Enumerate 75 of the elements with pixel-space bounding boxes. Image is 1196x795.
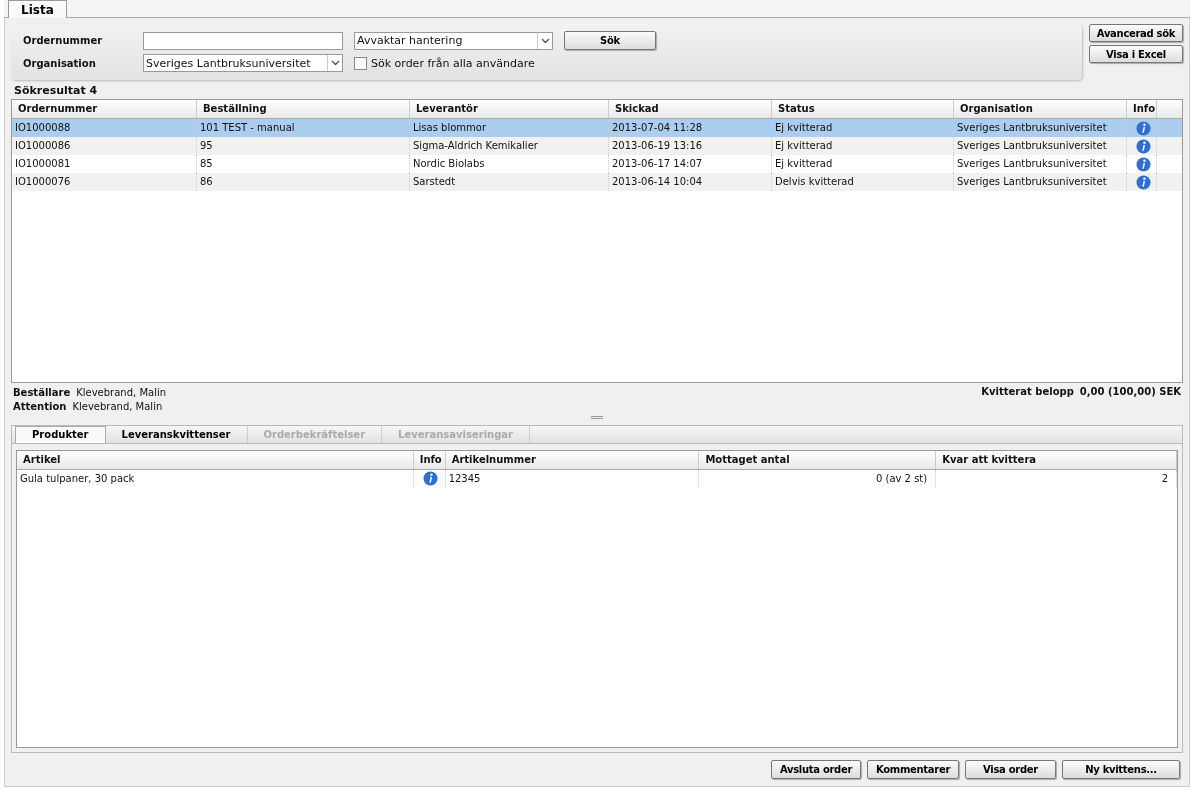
table-cell: Delvis kvitterad: [775, 176, 854, 188]
result-row[interactable]: IO1000086 95 Sigma-Aldrich Kemikalier 2013-06-19 13:16 Ej kvitterad Sveriges Lantbruksuniversitet: [12, 137, 1182, 156]
column-header[interactable]: Info: [1127, 100, 1157, 119]
column-header[interactable]: Status: [772, 100, 954, 119]
table-cell: Gula tulpaner, 30 pack: [20, 472, 135, 484]
chevron-icon: [537, 32, 552, 49]
detail-tab[interactable]: Leveranskvittenser: [105, 425, 248, 443]
action-button[interactable]: Visa order: [965, 760, 1056, 779]
table-cell: Sigma-Aldrich Kemikalier: [413, 140, 538, 152]
table-cell: Sveriges Lantbruksuniversitet: [957, 140, 1107, 152]
table-cell: Sveriges Lantbruksuniversitet: [957, 176, 1107, 188]
table-cell: 2013-06-14 10:04: [612, 176, 703, 188]
table-cell: Sveriges Lantbruksuniversitet: [957, 158, 1107, 170]
column-header[interactable]: Artikelnummer: [445, 450, 700, 469]
table-cell: 2013-06-19 13:16: [612, 140, 703, 152]
table-cell: IO1000076: [15, 176, 71, 188]
table-cell: 2: [1161, 472, 1168, 484]
column-header[interactable]: Mottaget antal: [699, 450, 937, 469]
column-header[interactable]: Beställning: [197, 100, 410, 119]
info-icon[interactable]: [1135, 139, 1151, 154]
info-icon[interactable]: [1135, 157, 1151, 172]
list-tab[interactable]: Lista: [8, 0, 67, 18]
column-header[interactable]: Skickad: [609, 100, 772, 119]
table-cell: 2013-07-04 11:28: [612, 122, 703, 134]
order-number-field[interactable]: [143, 31, 343, 50]
table-cell: 101 TEST - manual: [200, 122, 295, 134]
table-cell: Nordic Biolabs: [413, 158, 485, 170]
table-cell: 0 (av 2 st): [875, 472, 928, 484]
table-cell: IO1000086: [15, 140, 71, 152]
column-header[interactable]: Leverantör: [410, 100, 609, 119]
chevron-icon: [327, 55, 342, 71]
column-header[interactable]: Kvar att kvittera: [936, 450, 1177, 469]
amount-value: 0,00 (100,00) SEK: [1079, 385, 1181, 399]
action-button[interactable]: Avsluta order: [771, 760, 861, 779]
result-row[interactable]: IO1000076 86 Sarstedt 2013-06-14 10:04 Delvis kvitterad Sveriges Lantbruksuniversitet: [12, 173, 1182, 192]
action-button[interactable]: Ny kvittens...: [1062, 760, 1180, 779]
table-cell: Sveriges Lantbruksuniversitet: [957, 122, 1107, 134]
action-button[interactable]: Kommentarer: [867, 760, 959, 779]
table-cell: 2013-06-17 14:07: [612, 158, 703, 170]
column-header[interactable]: Artikel: [17, 450, 414, 469]
table-cell: IO1000081: [15, 158, 71, 170]
field-label: Organisation: [23, 57, 97, 69]
organisation-dropdown[interactable]: Sveriges Lantbruksuniversitet: [143, 54, 343, 72]
result-row[interactable]: IO1000088 101 TEST - manual Lisas blommor 2013-07-04 11:28 Ej kvitterad Sveriges Lantbruksuniversitet: [12, 119, 1182, 138]
detail-label: Beställare: [13, 385, 71, 400]
checkbox-label: Sök order från alla användare: [371, 56, 535, 70]
action-button[interactable]: Visa i Excel: [1089, 45, 1183, 63]
table-cell: 85: [200, 158, 213, 170]
info-icon[interactable]: [423, 471, 439, 487]
info-icon[interactable]: [1135, 121, 1151, 136]
detail-tab[interactable]: Produkter: [15, 425, 106, 443]
table-cell: 95: [200, 140, 213, 152]
splitter-handle[interactable]: [591, 415, 603, 419]
column-header[interactable]: Organisation: [954, 100, 1127, 119]
detail-value: Klevebrand, Malin: [72, 399, 163, 414]
table-cell: 86: [200, 176, 213, 188]
detail-label: Attention: [13, 399, 67, 414]
table-cell: Ej kvitterad: [775, 140, 833, 152]
results-count: Sökresultat 4: [14, 84, 98, 98]
field-label: Ordernummer: [23, 35, 104, 46]
info-icon[interactable]: [1135, 175, 1151, 190]
detail-value: Klevebrand, Malin: [76, 385, 167, 400]
table-cell: 12345: [448, 472, 481, 484]
table-cell: IO1000088: [15, 122, 71, 134]
amount-label: Kvitterat belopp: [981, 385, 1074, 399]
table-cell: Lisas blommor: [413, 122, 487, 134]
search-button[interactable]: Sök: [564, 31, 656, 50]
status-dropdown[interactable]: Avvaktar hantering: [354, 31, 553, 50]
column-header[interactable]: Info: [413, 450, 446, 469]
action-button[interactable]: Avancerad sök: [1089, 24, 1183, 42]
checkbox[interactable]: [354, 56, 367, 70]
table-cell: Ej kvitterad: [775, 122, 833, 134]
table-cell: Ej kvitterad: [775, 158, 833, 170]
column-header[interactable]: Ordernummer: [12, 100, 197, 119]
table-cell: Sarstedt: [413, 176, 456, 188]
